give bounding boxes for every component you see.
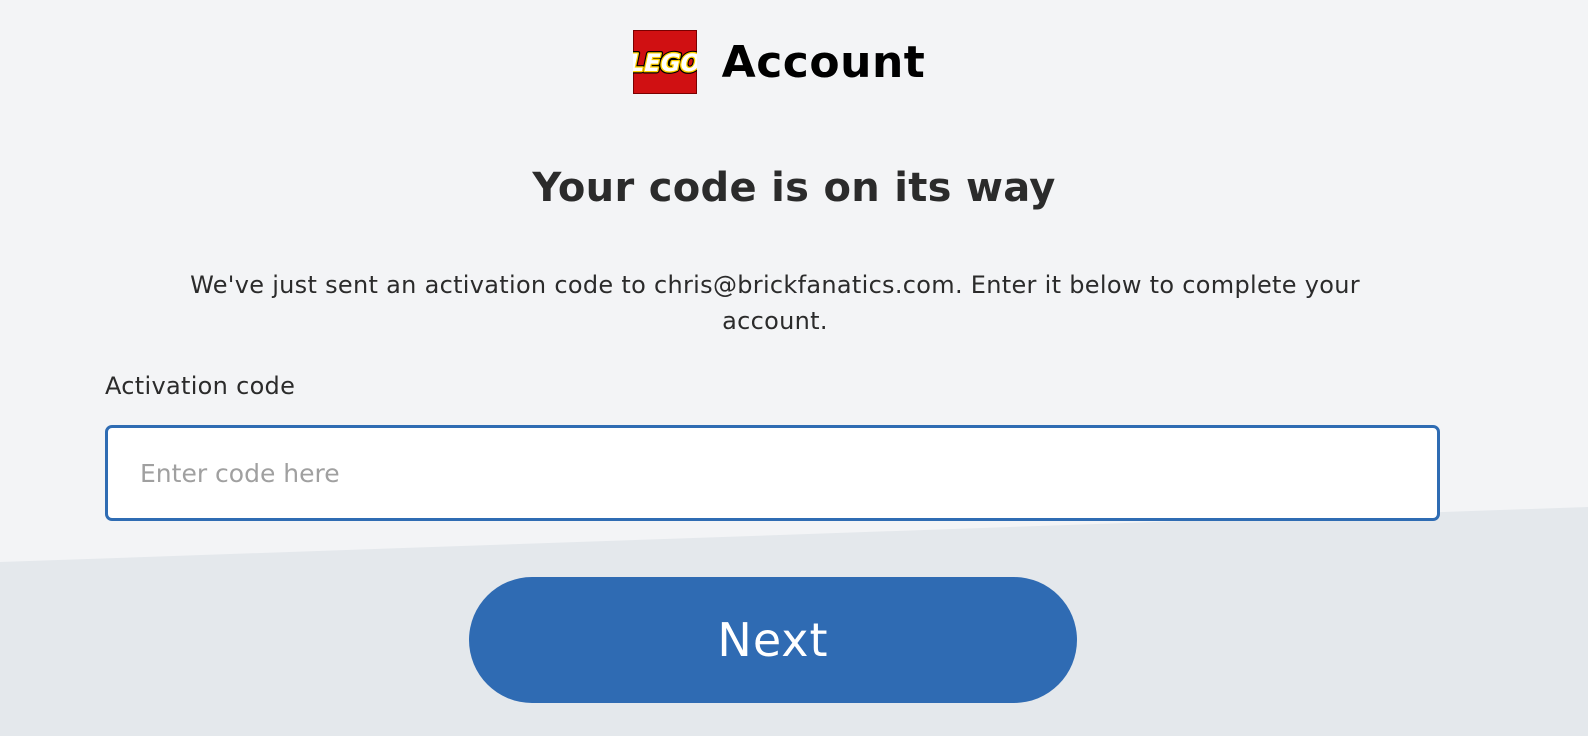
header-brand: LEGO LEGO LEGO Account (632, 30, 926, 94)
next-button[interactable]: Next (469, 577, 1077, 703)
page-title: Your code is on its way (532, 165, 1056, 211)
activation-page: LEGO LEGO LEGO Account Your code is on i… (0, 0, 1588, 736)
app-title: Account (721, 36, 926, 88)
logo-wordmark: LEGO (633, 48, 697, 77)
header: LEGO LEGO LEGO Account (0, 30, 1588, 94)
lego-logo: LEGO LEGO LEGO (632, 30, 697, 94)
activation-code-input[interactable] (105, 425, 1440, 521)
activation-message: We've just sent an activation code to ch… (190, 271, 1360, 335)
activation-code-label: Activation code (105, 372, 296, 400)
